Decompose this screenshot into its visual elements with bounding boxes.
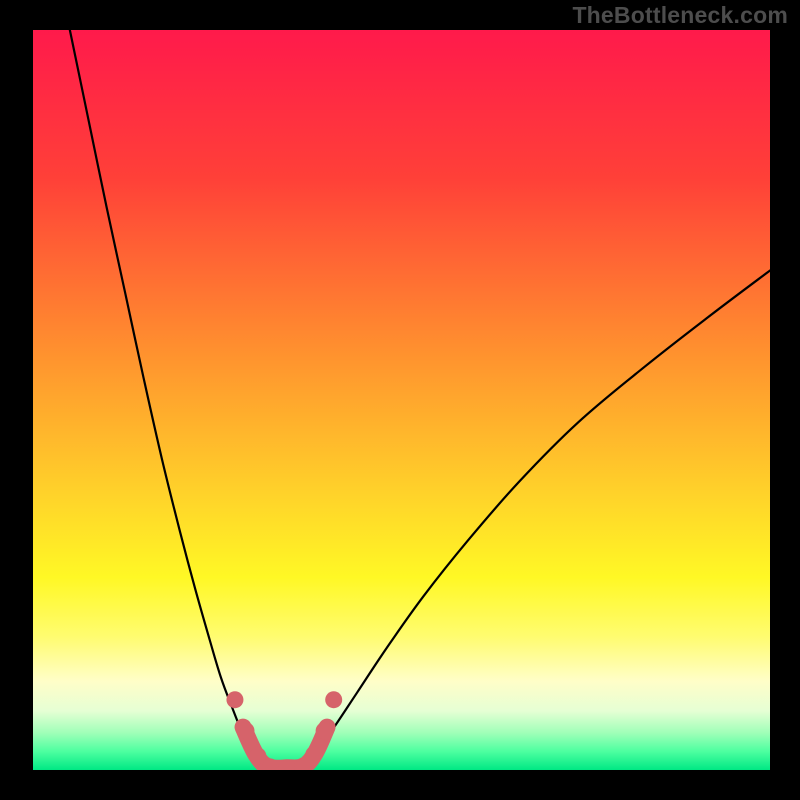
left-curve: [70, 30, 271, 770]
data-marker: [325, 691, 342, 708]
curve-layer: [33, 30, 770, 770]
plot-area: [33, 30, 770, 770]
data-marker: [305, 746, 322, 763]
right-curve: [302, 271, 770, 771]
data-marker: [226, 691, 243, 708]
chart-frame: TheBottleneck.com: [0, 0, 800, 800]
data-marker: [316, 722, 333, 739]
watermark-text: TheBottleneck.com: [572, 2, 788, 29]
data-marker: [237, 722, 254, 739]
